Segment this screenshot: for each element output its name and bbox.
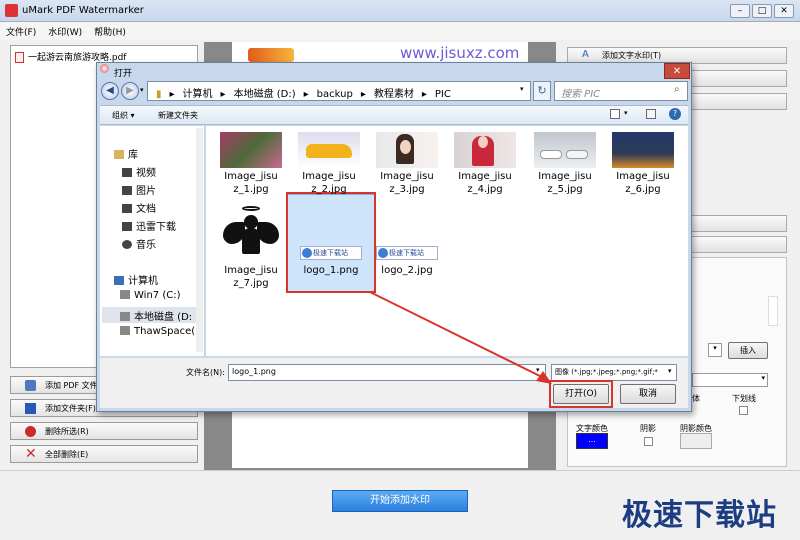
annotation-arrow [369,291,552,384]
